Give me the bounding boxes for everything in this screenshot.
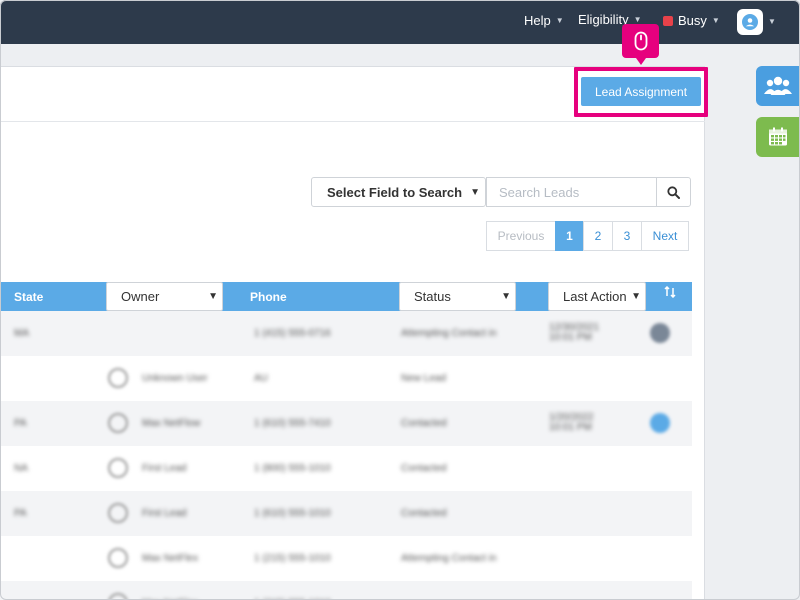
user-icon bbox=[742, 14, 758, 30]
chevron-down-icon: ▼ bbox=[499, 291, 511, 302]
owner-filter-select[interactable]: Owner ▼ bbox=[106, 282, 223, 311]
users-group-icon bbox=[764, 76, 792, 95]
team-panel-button[interactable] bbox=[756, 66, 800, 106]
busy-status-indicator bbox=[663, 15, 673, 26]
row-status: Contacted bbox=[401, 508, 447, 519]
last-action-filter-select[interactable]: Last Action ▼ bbox=[548, 282, 646, 311]
row-status: Attempting Contact in bbox=[401, 553, 497, 564]
page-1-button[interactable]: 1 bbox=[555, 221, 584, 251]
row-state: NA bbox=[14, 463, 28, 474]
search-leads-input[interactable]: Search Leads bbox=[486, 177, 657, 207]
user-avatar[interactable] bbox=[737, 9, 763, 35]
chevron-down-icon: ▼ bbox=[206, 291, 218, 302]
phone-column-header[interactable]: Phone bbox=[250, 290, 287, 304]
previous-page-button[interactable]: Previous bbox=[486, 221, 556, 251]
table-row[interactable]: Max NetFlex1 (215) 555-1010 bbox=[0, 581, 692, 600]
search-button[interactable] bbox=[656, 177, 691, 207]
panel-divider bbox=[0, 121, 705, 122]
row-phone: 1 (215) 555-1010 bbox=[254, 553, 331, 564]
click-hint-bubble bbox=[622, 24, 659, 65]
row-owner: Max NetFlex bbox=[142, 553, 199, 564]
row-last-action: 12/30/2021 10:01 PM bbox=[549, 322, 600, 343]
row-owner: Max NetFlow bbox=[142, 418, 201, 429]
mouse-icon bbox=[634, 31, 647, 51]
row-owner: First Lead bbox=[142, 508, 187, 519]
row-phone: 1 (610) 555-1010 bbox=[254, 508, 331, 519]
chevron-down-icon: ▼ bbox=[633, 15, 642, 24]
row-last-action: 1/20/2022 10:01 PM bbox=[549, 412, 594, 433]
search-field-select[interactable]: Select Field to Search ▼ bbox=[311, 177, 486, 207]
table-row[interactable]: PA Max NetFlow 1 (610) 555-7410 Contacted 1/… bbox=[0, 401, 692, 446]
last-action-filter-value: Last Action bbox=[563, 289, 627, 304]
chevron-down-icon: ▼ bbox=[470, 187, 480, 198]
owner-filter-value: Owner bbox=[121, 289, 160, 304]
row-status: Contacted bbox=[401, 418, 447, 429]
table-row[interactable]: MA 1 (415) 555-0716 Attempting Contact in 1… bbox=[0, 311, 692, 356]
row-phone: 1 (415) 555-0716 bbox=[254, 328, 331, 339]
next-page-button[interactable]: Next bbox=[641, 221, 689, 251]
status-menu[interactable]: Busy ▼ bbox=[663, 13, 720, 28]
calendar-icon bbox=[769, 127, 787, 146]
row-status-dot-icon bbox=[650, 413, 670, 433]
row-state: MA bbox=[14, 328, 29, 339]
row-state: PA bbox=[14, 508, 27, 519]
row-owner: Unknown User bbox=[142, 373, 208, 384]
page-2-button[interactable]: 2 bbox=[583, 221, 613, 251]
help-label: Help bbox=[524, 13, 551, 28]
busy-label: Busy bbox=[678, 13, 707, 28]
row-phone: AU bbox=[254, 373, 268, 384]
table-row[interactable]: Max NetFlex 1 (215) 555-1010 Attempting Co… bbox=[0, 536, 692, 581]
eligibility-label: Eligibility bbox=[578, 12, 629, 27]
pagination: Previous 1 2 3 Next bbox=[486, 221, 689, 251]
chevron-down-icon[interactable]: ▼ bbox=[768, 17, 776, 26]
sort-icon[interactable] bbox=[664, 286, 676, 298]
table-row[interactable]: Unknown User AU New Lead bbox=[0, 356, 692, 401]
chevron-down-icon: ▼ bbox=[629, 291, 641, 302]
search-icon bbox=[667, 185, 680, 199]
row-phone: 1 (800) 555-1010 bbox=[254, 463, 331, 474]
status-filter-select[interactable]: Status ▼ bbox=[399, 282, 516, 311]
owner-avatar-icon bbox=[108, 458, 128, 478]
row-owner: First Lead bbox=[142, 463, 187, 474]
row-status: New Lead bbox=[401, 373, 447, 384]
owner-avatar-icon bbox=[108, 503, 128, 523]
chevron-down-icon: ▼ bbox=[711, 16, 720, 25]
search-field-select-value: Select Field to Search bbox=[327, 184, 463, 200]
status-filter-value: Status bbox=[414, 289, 451, 304]
owner-avatar-icon bbox=[108, 548, 128, 568]
row-status-dot-icon bbox=[650, 323, 670, 343]
highlight-box bbox=[574, 67, 708, 117]
top-navbar: Help ▼ Eligibility ▼ Busy ▼ ▼ bbox=[0, 0, 800, 44]
chevron-down-icon: ▼ bbox=[555, 16, 564, 25]
owner-avatar-icon bbox=[108, 413, 128, 433]
table-row[interactable]: PA First Lead 1 (610) 555-1010 Contacted bbox=[0, 491, 692, 536]
calendar-panel-button[interactable] bbox=[756, 117, 800, 157]
table-row[interactable]: NA First Lead 1 (800) 555-1010 Contacted bbox=[0, 446, 692, 491]
row-status: Contacted bbox=[401, 463, 447, 474]
state-column-header[interactable]: State bbox=[14, 290, 43, 304]
owner-avatar-icon bbox=[108, 593, 128, 600]
owner-avatar-icon bbox=[108, 368, 128, 388]
row-status: Attempting Contact in bbox=[401, 328, 497, 339]
help-menu[interactable]: Help ▼ bbox=[524, 13, 564, 28]
page-3-button[interactable]: 3 bbox=[612, 221, 642, 251]
row-state: PA bbox=[14, 418, 27, 429]
row-phone: 1 (610) 555-7410 bbox=[254, 418, 331, 429]
